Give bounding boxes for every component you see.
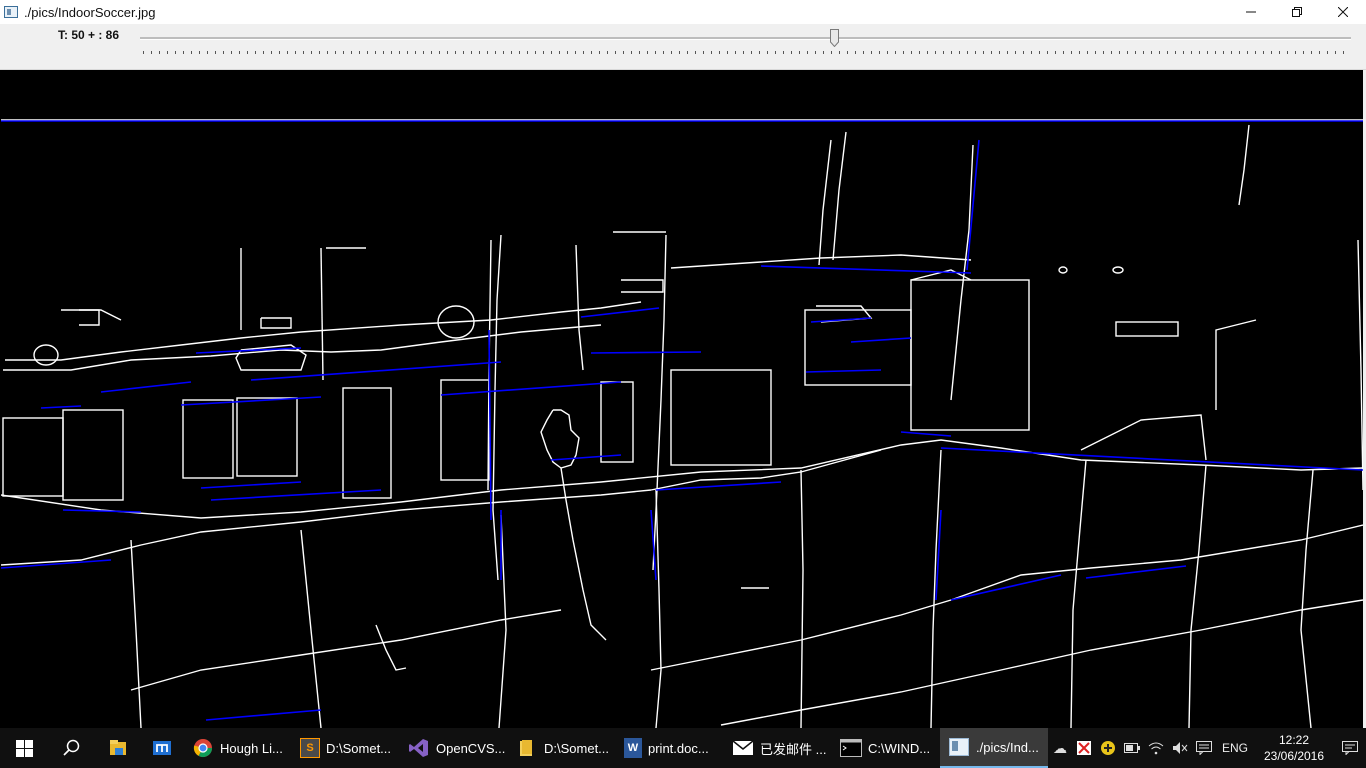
taskbar-item-sublime[interactable]: S D:\Somet... [292,728,400,768]
mail-icon [732,737,754,759]
taskbar-item-console[interactable]: C:\WIND... [832,728,940,768]
task-label: Hough Li... [220,740,283,756]
taskbar-item-opencv-window[interactable]: ./pics/Ind... [940,728,1048,768]
search-icon [63,739,80,756]
file-explorer-pinned[interactable] [96,728,140,768]
taskbar-item-word[interactable]: W print.doc... [616,728,724,768]
wifi-icon[interactable] [1144,728,1168,768]
error-app-icon[interactable] [1072,728,1096,768]
action-center-button[interactable] [1334,741,1366,755]
trackbar-slider[interactable] [140,37,1351,40]
task-label: C:\WIND... [868,740,931,756]
file-explorer-icon [110,740,126,755]
taskbar-item-mail[interactable]: 已发邮件 ... [724,728,832,768]
task-label: D:\Somet... [544,740,610,756]
trackbar-thumb[interactable] [830,29,839,47]
app-window-icon [4,6,18,18]
trackbar-label: T: 50 + : 86 [58,28,120,42]
close-icon [1338,7,1348,17]
input-method-icon[interactable] [1192,728,1216,768]
language-indicator[interactable]: ENG [1216,741,1254,755]
notification-icon [1342,741,1358,755]
system-tray: ☁ ENG 12:22 23/06/2016 [1048,728,1366,768]
window-title: ./pics/IndoorSoccer.jpg [24,4,156,20]
maximize-button[interactable] [1274,0,1320,24]
task-label: ./pics/Ind... [976,739,1039,755]
window-title-bar[interactable]: ./pics/IndoorSoccer.jpg [0,0,1366,24]
battery-icon[interactable] [1120,728,1144,768]
word-icon: W [624,738,642,758]
trackbar-ticks [143,51,1348,54]
task-label: print.doc... [648,740,709,756]
clock-date: 23/06/2016 [1263,749,1325,763]
volume-muted-icon[interactable] [1168,728,1192,768]
folder-icon [516,737,538,759]
taskbar-item-chrome[interactable]: Hough Li... [184,728,292,768]
clock-time: 12:22 [1278,733,1310,747]
edge-image-svg [1,70,1363,728]
trackbar-panel: T: 50 + : 86 [0,24,1366,70]
task-label: 已发邮件 ... [760,741,827,757]
start-button[interactable] [0,728,48,768]
cloud-sync-icon[interactable]: ☁ [1048,728,1072,768]
window-controls [1228,0,1366,24]
console-icon [840,737,862,759]
task-label: D:\Somet... [326,740,392,756]
visual-studio-icon [408,737,430,759]
taskbar: Hough Li... S D:\Somet... OpenCVS... D:\… [0,728,1366,768]
chrome-icon [192,737,214,759]
minimize-button[interactable] [1228,0,1274,24]
clock[interactable]: 12:22 23/06/2016 [1254,732,1334,764]
taskbar-item-folder[interactable]: D:\Somet... [508,728,616,768]
close-button[interactable] [1320,0,1366,24]
task-label: OpenCVS... [436,740,506,756]
search-button[interactable] [48,728,96,768]
remote-app-icon [153,741,171,755]
edge-detection-image [1,70,1363,728]
windows-logo-icon [15,739,33,757]
add-app-icon[interactable] [1096,728,1120,768]
sublime-icon: S [300,738,320,758]
taskbar-item-visual-studio[interactable]: OpenCVS... [400,728,508,768]
opencv-window-icon [948,736,970,758]
remote-desktop-pinned[interactable] [140,728,184,768]
restore-icon [1292,7,1302,17]
minimize-icon [1246,11,1256,13]
